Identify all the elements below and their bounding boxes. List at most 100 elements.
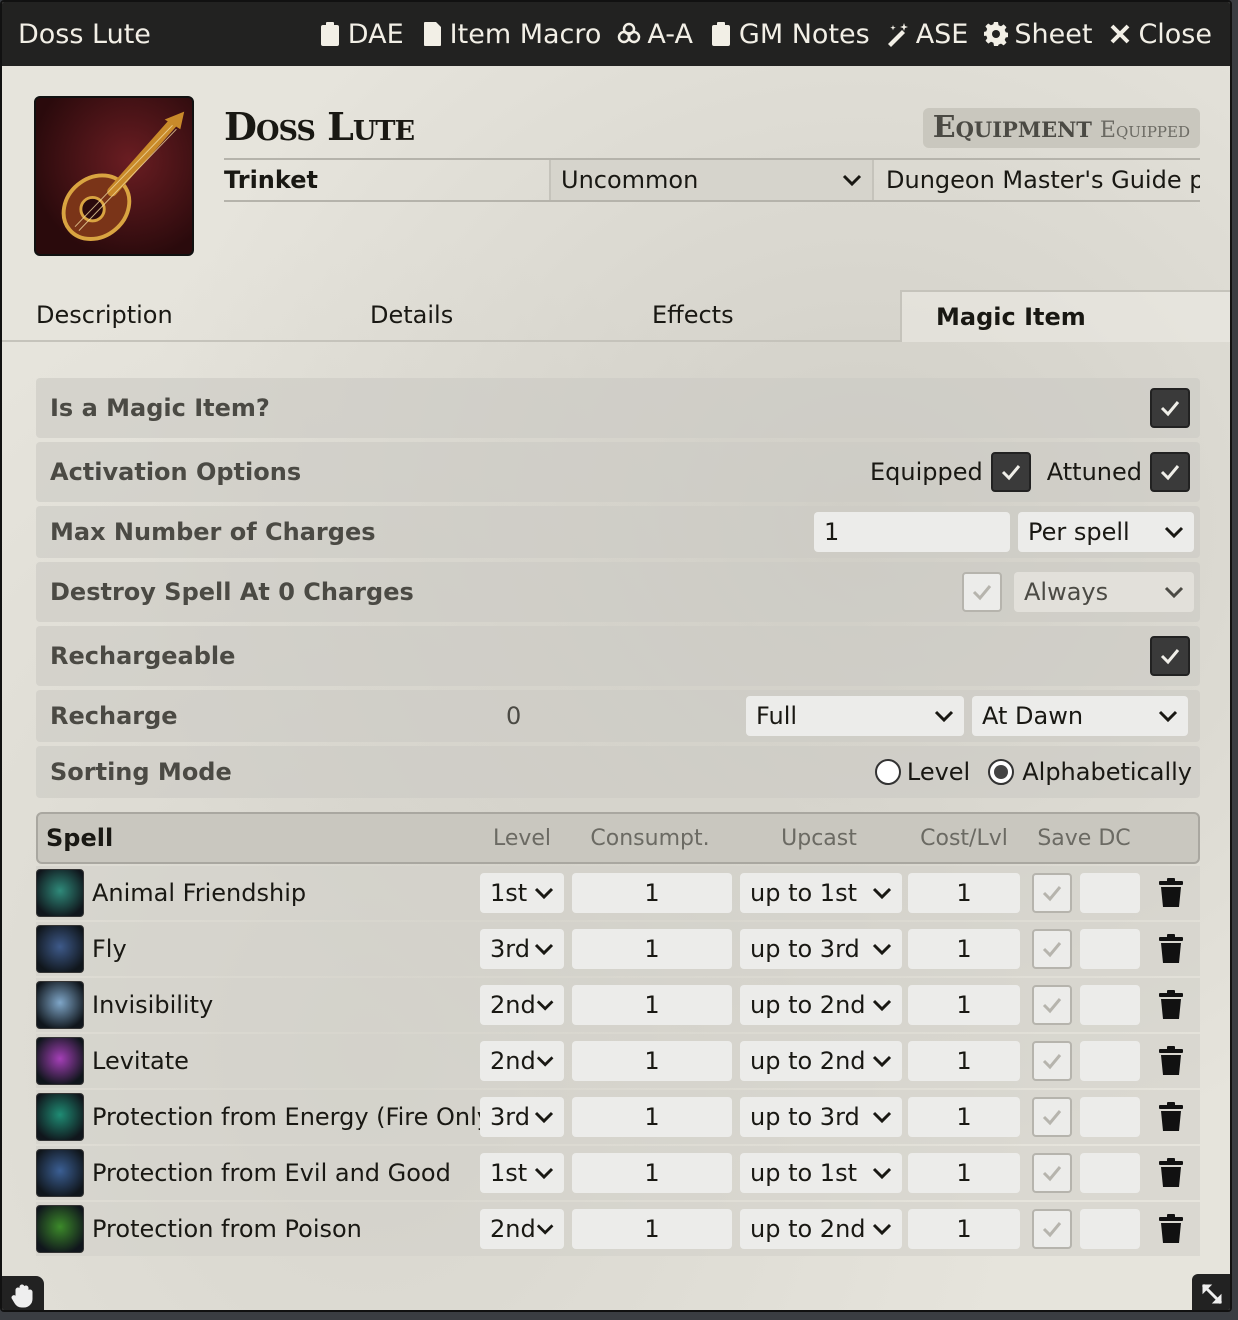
tab-details[interactable]: Details xyxy=(336,290,618,342)
tab-magic-item[interactable]: Magic Item xyxy=(900,290,1230,342)
spell-upcast-select[interactable]: up to 3rd xyxy=(740,1097,902,1137)
spell-cost-input[interactable]: 1 xyxy=(908,985,1020,1025)
spell-level-select[interactable]: 3rd xyxy=(480,1097,564,1137)
equipped-checkbox[interactable] xyxy=(990,452,1031,492)
spell-save-checkbox[interactable] xyxy=(1032,1209,1072,1249)
delete-spell-button[interactable] xyxy=(1158,878,1186,908)
spell-save-dc-input[interactable] xyxy=(1080,1153,1140,1193)
spell-save-dc-input[interactable] xyxy=(1080,1097,1140,1137)
ase-button[interactable]: ASE xyxy=(886,19,968,50)
spell-save-checkbox[interactable] xyxy=(1032,873,1072,913)
spell-icon[interactable] xyxy=(36,1037,84,1085)
spell-consumption-input[interactable]: 1 xyxy=(572,1153,732,1193)
dae-button[interactable]: DAE xyxy=(318,19,404,50)
window-titlebar[interactable]: Doss Lute DAE Item Macro A-A GM Notes AS… xyxy=(2,2,1230,66)
spell-consumption-input[interactable]: 1 xyxy=(572,1041,732,1081)
spell-save-dc-input[interactable] xyxy=(1080,873,1140,913)
spell-save-checkbox[interactable] xyxy=(1032,929,1072,969)
spell-upcast-select[interactable]: up to 2nd xyxy=(740,1209,902,1249)
rarity-select[interactable]: Uncommon xyxy=(549,160,874,200)
spell-upcast-select[interactable]: up to 2nd xyxy=(740,1041,902,1081)
recharge-time-select[interactable]: At Dawn xyxy=(972,696,1188,736)
spell-level-select[interactable]: 2nd xyxy=(480,1209,564,1249)
spell-row[interactable]: Fly 3rd 1 up to 3rd 1 xyxy=(36,922,1200,976)
max-charges-input[interactable]: 1 xyxy=(814,512,1010,552)
rechargeable-checkbox[interactable] xyxy=(1150,636,1190,676)
destroy-mode-select[interactable]: Always xyxy=(1014,572,1194,612)
spell-name[interactable]: Fly xyxy=(84,935,478,963)
spell-save-checkbox[interactable] xyxy=(1032,985,1072,1025)
spell-name[interactable]: Protection from Evil and Good xyxy=(84,1159,478,1187)
spell-upcast-select[interactable]: up to 1st xyxy=(740,873,902,913)
gm-notes-button[interactable]: GM Notes xyxy=(709,19,870,50)
spell-save-dc-input[interactable] xyxy=(1080,929,1140,969)
hand-icon-button[interactable] xyxy=(2,1276,44,1310)
spell-icon[interactable] xyxy=(36,981,84,1029)
spell-icon[interactable] xyxy=(36,1093,84,1141)
sort-level-radio[interactable] xyxy=(874,759,901,785)
spell-row[interactable]: Protection from Evil and Good 1st 1 up to 1… xyxy=(36,1146,1200,1200)
spell-cost-input[interactable]: 1 xyxy=(908,1041,1020,1081)
spell-level-select[interactable]: 2nd xyxy=(480,985,564,1025)
sort-alpha-radio[interactable] xyxy=(988,759,1015,785)
item-macro-button[interactable]: Item Macro xyxy=(420,19,601,50)
spell-name[interactable]: Animal Friendship xyxy=(84,879,478,907)
sheet-button[interactable]: Sheet xyxy=(984,19,1092,50)
spell-upcast-select[interactable]: up to 1st xyxy=(740,1153,902,1193)
delete-spell-button[interactable] xyxy=(1158,1102,1186,1132)
spell-save-dc-input[interactable] xyxy=(1080,1041,1140,1081)
item-name[interactable]: Doss Lute xyxy=(224,104,415,149)
spell-row[interactable]: Levitate 2nd 1 up to 2nd 1 xyxy=(36,1034,1200,1088)
spell-cost-input[interactable]: 1 xyxy=(908,873,1020,913)
spell-save-checkbox[interactable] xyxy=(1032,1097,1072,1137)
spell-level-select[interactable]: 3rd xyxy=(480,929,564,969)
spell-cost-input[interactable]: 1 xyxy=(908,1097,1020,1137)
attuned-checkbox[interactable] xyxy=(1150,452,1190,492)
tab-description[interactable]: Description xyxy=(2,290,336,342)
spell-upcast-select[interactable]: up to 2nd xyxy=(740,985,902,1025)
spell-row[interactable]: Protection from Energy (Fire Only) 3rd 1 up… xyxy=(36,1090,1200,1144)
item-portrait[interactable] xyxy=(34,96,194,256)
spell-name[interactable]: Invisibility xyxy=(84,991,478,1019)
spell-level-select[interactable]: 1st xyxy=(480,873,564,913)
spell-consumption-input[interactable]: 1 xyxy=(572,985,732,1025)
delete-spell-button[interactable] xyxy=(1158,1046,1186,1076)
spell-save-checkbox[interactable] xyxy=(1032,1041,1072,1081)
spell-icon[interactable] xyxy=(36,1205,84,1253)
spell-level-select[interactable]: 2nd xyxy=(480,1041,564,1081)
delete-spell-button[interactable] xyxy=(1158,1214,1186,1244)
spell-icon[interactable] xyxy=(36,869,84,917)
spell-save-dc-input[interactable] xyxy=(1080,985,1140,1025)
spell-row[interactable]: Protection from Poison 2nd 1 up to 2nd 1 xyxy=(36,1202,1200,1256)
spell-consumption-input[interactable]: 1 xyxy=(572,1097,732,1137)
delete-spell-button[interactable] xyxy=(1158,990,1186,1020)
spell-cost-input[interactable]: 1 xyxy=(908,1209,1020,1249)
close-button[interactable]: Close xyxy=(1108,19,1212,50)
tab-effects[interactable]: Effects xyxy=(618,290,900,342)
delete-spell-button[interactable] xyxy=(1158,934,1186,964)
spell-name[interactable]: Protection from Poison xyxy=(84,1215,478,1243)
delete-spell-button[interactable] xyxy=(1158,1158,1186,1188)
spell-save-dc-input[interactable] xyxy=(1080,1209,1140,1249)
spell-row[interactable]: Animal Friendship 1st 1 up to 1st 1 xyxy=(36,866,1200,920)
recharge-value[interactable]: 0 xyxy=(506,702,746,730)
spell-consumption-input[interactable]: 1 xyxy=(572,929,732,969)
spell-upcast-select[interactable]: up to 3rd xyxy=(740,929,902,969)
source-input[interactable]: Dungeon Master's Guide pg xyxy=(874,160,1200,200)
spell-row[interactable]: Invisibility 2nd 1 up to 2nd 1 xyxy=(36,978,1200,1032)
spell-cost-input[interactable]: 1 xyxy=(908,929,1020,969)
spell-consumption-input[interactable]: 1 xyxy=(572,1209,732,1249)
spell-cost-input[interactable]: 1 xyxy=(908,1153,1020,1193)
resize-handle[interactable] xyxy=(1192,1274,1230,1310)
spell-save-checkbox[interactable] xyxy=(1032,1153,1072,1193)
destroy-checkbox[interactable] xyxy=(962,572,1002,612)
spell-consumption-input[interactable]: 1 xyxy=(572,873,732,913)
a-a-button[interactable]: A-A xyxy=(617,19,693,50)
is-magic-checkbox[interactable] xyxy=(1150,388,1190,428)
spell-name[interactable]: Levitate xyxy=(84,1047,478,1075)
spell-icon[interactable] xyxy=(36,1149,84,1197)
recharge-type-select[interactable]: Full xyxy=(746,696,964,736)
spell-level-select[interactable]: 1st xyxy=(480,1153,564,1193)
charges-mode-select[interactable]: Per spell xyxy=(1018,512,1194,552)
spell-name[interactable]: Protection from Energy (Fire Only) xyxy=(84,1103,500,1131)
